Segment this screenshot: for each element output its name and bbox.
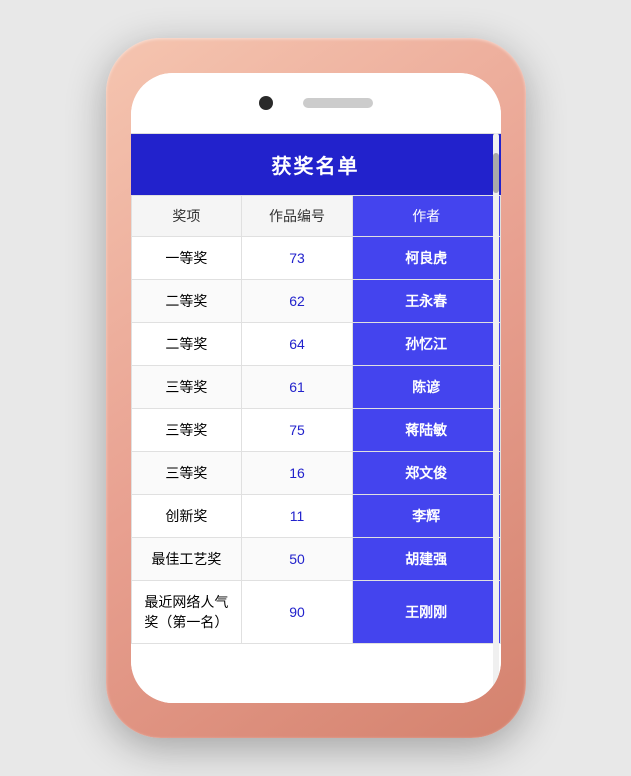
author-cell: 柯良虎 [352, 237, 500, 280]
author-cell: 郑文俊 [352, 452, 500, 495]
table-row: 二等奖62王永春 [131, 280, 500, 323]
phone-bottom-bar [131, 653, 501, 703]
id-cell: 90 [242, 581, 353, 644]
col-header-author: 作者 [352, 196, 500, 237]
table-row: 最佳工艺奖50胡建强 [131, 538, 500, 581]
prize-cell: 最佳工艺奖 [131, 538, 242, 581]
author-cell: 蒋陆敏 [352, 409, 500, 452]
id-cell: 50 [242, 538, 353, 581]
scrollbar-thumb[interactable] [493, 153, 499, 193]
id-cell: 62 [242, 280, 353, 323]
phone-frame: 获奖名单 奖项 作品编号 作者 一等奖73柯良虎二等奖62王永春二等奖64孙忆江… [106, 38, 526, 738]
author-cell: 王永春 [352, 280, 500, 323]
table-row: 三等奖75蒋陆敏 [131, 409, 500, 452]
col-header-prize: 奖项 [131, 196, 242, 237]
id-cell: 73 [242, 237, 353, 280]
table-row: 创新奖11李辉 [131, 495, 500, 538]
table-row: 二等奖64孙忆江 [131, 323, 500, 366]
id-cell: 75 [242, 409, 353, 452]
author-cell: 王刚刚 [352, 581, 500, 644]
prize-cell: 二等奖 [131, 323, 242, 366]
prize-cell: 三等奖 [131, 366, 242, 409]
phone-body: 获奖名单 奖项 作品编号 作者 一等奖73柯良虎二等奖62王永春二等奖64孙忆江… [131, 73, 501, 703]
id-cell: 16 [242, 452, 353, 495]
table-title: 获奖名单 [131, 134, 501, 195]
table-row: 最近网络人气奖（第一名）90王刚刚 [131, 581, 500, 644]
id-cell: 11 [242, 495, 353, 538]
speaker [303, 98, 373, 108]
author-cell: 李辉 [352, 495, 500, 538]
table-row: 三等奖16郑文俊 [131, 452, 500, 495]
prize-cell: 最近网络人气奖（第一名） [131, 581, 242, 644]
phone-top-bar [131, 73, 501, 133]
camera [259, 96, 273, 110]
awards-table: 奖项 作品编号 作者 一等奖73柯良虎二等奖62王永春二等奖64孙忆江三等奖61… [131, 195, 501, 644]
prize-cell: 创新奖 [131, 495, 242, 538]
prize-cell: 三等奖 [131, 452, 242, 495]
author-cell: 孙忆江 [352, 323, 500, 366]
table-row: 一等奖73柯良虎 [131, 237, 500, 280]
prize-cell: 三等奖 [131, 409, 242, 452]
col-header-id: 作品编号 [242, 196, 353, 237]
id-cell: 64 [242, 323, 353, 366]
author-cell: 陈谚 [352, 366, 500, 409]
id-cell: 61 [242, 366, 353, 409]
author-cell: 胡建强 [352, 538, 500, 581]
screen-area: 获奖名单 奖项 作品编号 作者 一等奖73柯良虎二等奖62王永春二等奖64孙忆江… [131, 133, 501, 653]
prize-cell: 一等奖 [131, 237, 242, 280]
table-row: 三等奖61陈谚 [131, 366, 500, 409]
prize-cell: 二等奖 [131, 280, 242, 323]
scrollbar-track [493, 133, 499, 703]
